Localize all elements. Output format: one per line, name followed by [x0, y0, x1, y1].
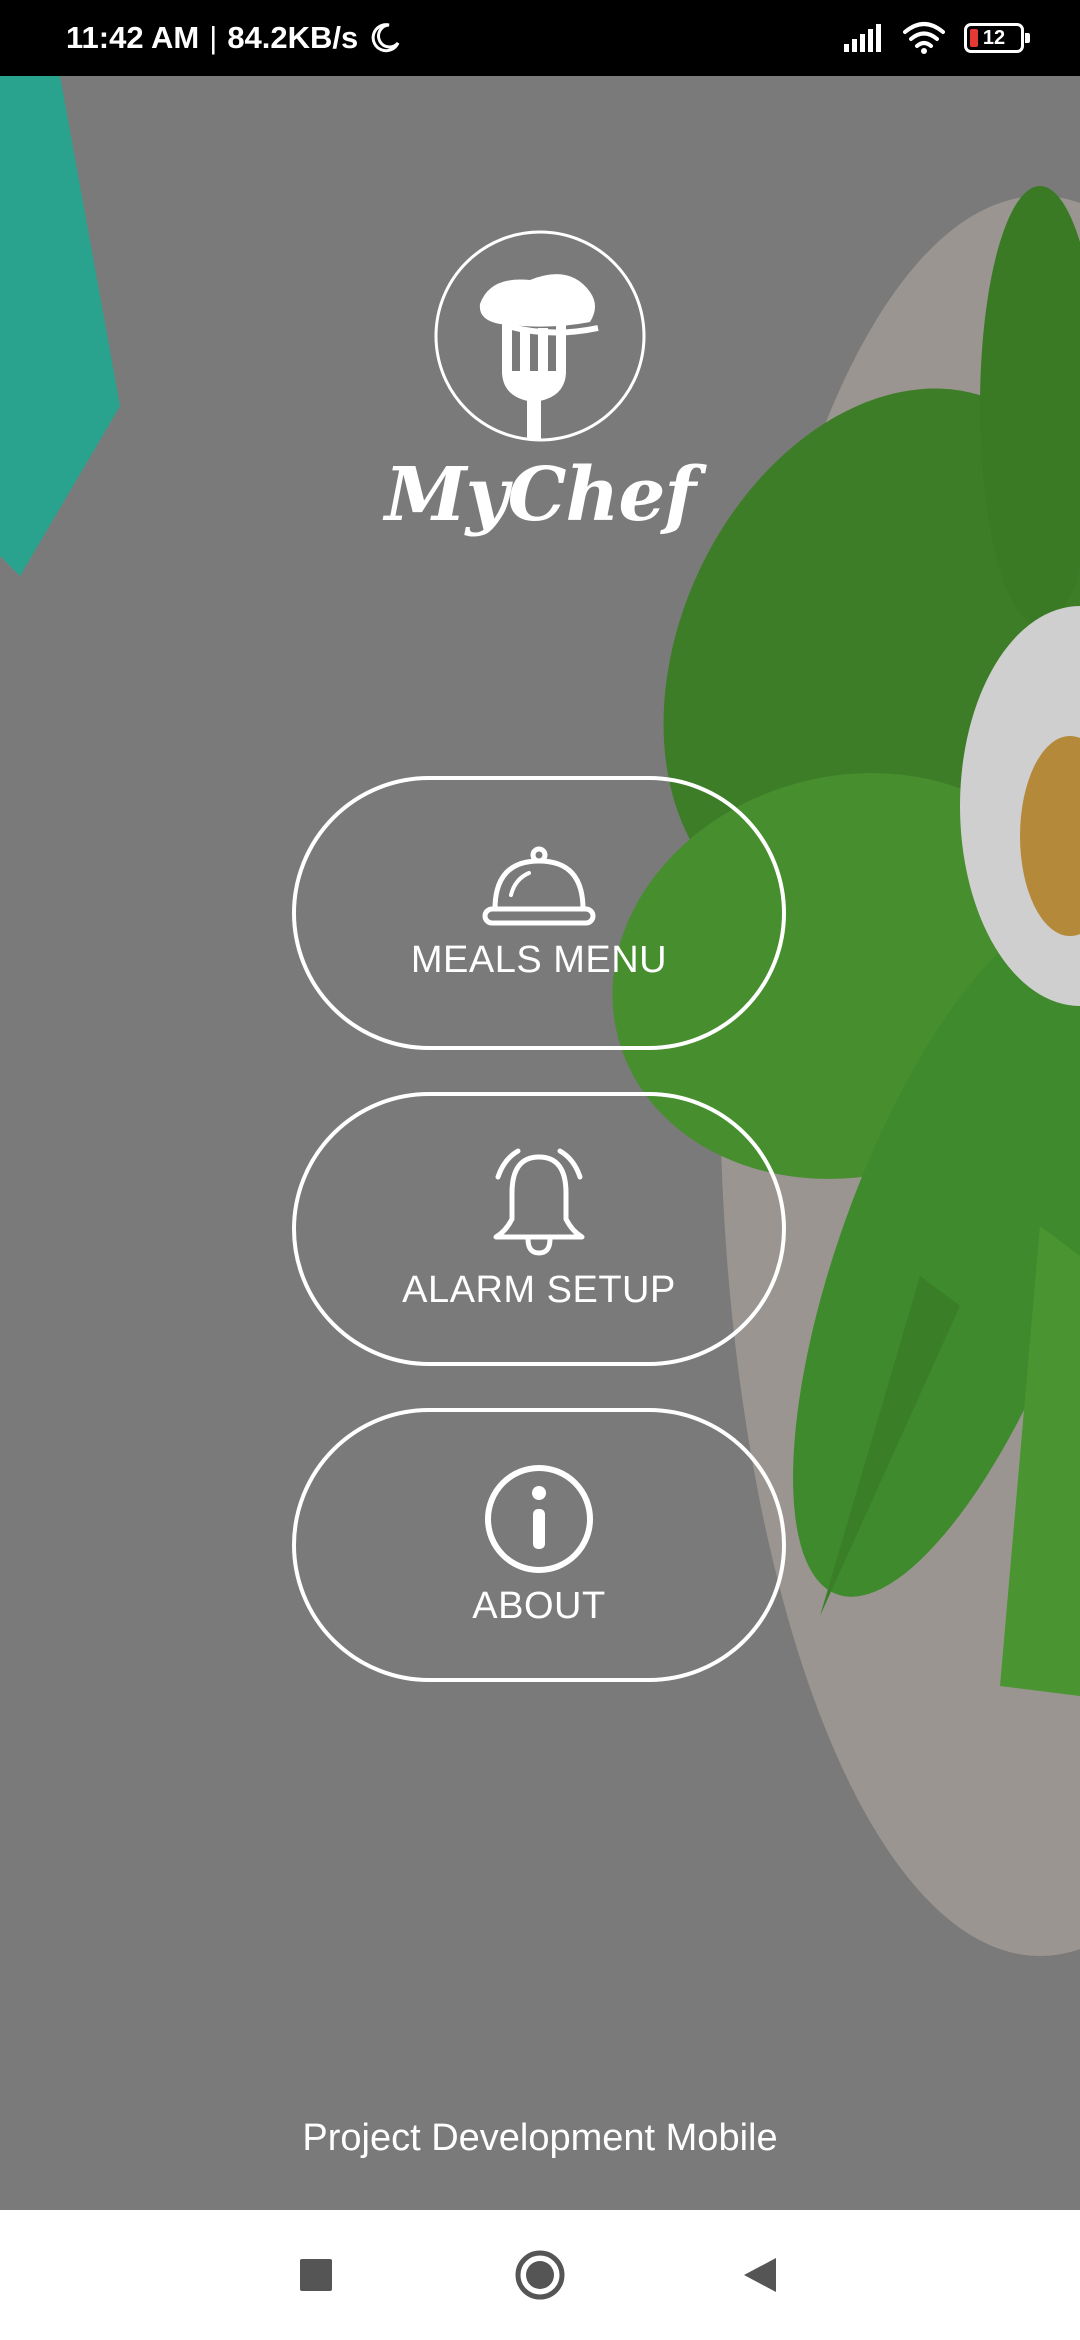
network-speed: 84.2KB/s	[227, 20, 359, 55]
main-screen: MyChef MEALS MENU ALARM SETUP ABOUT Proj…	[0, 76, 1080, 2210]
battery-level-fill	[970, 29, 978, 47]
cloche-icon	[482, 846, 596, 925]
app-logo: MyChef	[0, 226, 1080, 538]
info-icon	[485, 1464, 593, 1573]
footer-text: Project Development Mobile	[302, 2117, 778, 2159]
bell-icon	[493, 1148, 585, 1256]
moon-icon	[371, 23, 400, 53]
navigation-bar	[0, 2210, 1080, 2340]
home-circle-icon	[515, 2250, 565, 2300]
back-button[interactable]	[700, 2210, 820, 2340]
battery-percent: 12	[982, 26, 1006, 49]
recents-button[interactable]	[256, 2210, 376, 2340]
status-time: 11:42 AM	[66, 20, 200, 55]
signal-icon	[844, 24, 881, 52]
back-triangle-icon	[744, 2258, 776, 2292]
status-separator: |	[209, 20, 218, 55]
alarm-setup-label: ALARM SETUP	[402, 1268, 676, 1311]
status-right: 12	[842, 0, 1030, 76]
wifi-icon	[903, 22, 945, 54]
meals-menu-label: MEALS MENU	[410, 938, 668, 981]
status-bar: 11:42 AM | 84.2KB/s 12	[0, 0, 1080, 76]
meals-menu-button[interactable]: MEALS MENU	[292, 776, 786, 1050]
logo-text: MyChef	[384, 452, 697, 538]
about-button[interactable]: ABOUT	[292, 1408, 786, 1682]
chef-fork-logo-icon	[434, 230, 646, 442]
about-label: ABOUT	[472, 1584, 606, 1627]
alarm-setup-button[interactable]: ALARM SETUP	[292, 1092, 786, 1366]
battery-icon: 12	[964, 23, 1030, 53]
recents-square-icon	[300, 2259, 332, 2291]
status-left: 11:42 AM | 84.2KB/s	[66, 0, 402, 76]
home-button[interactable]	[480, 2210, 600, 2340]
